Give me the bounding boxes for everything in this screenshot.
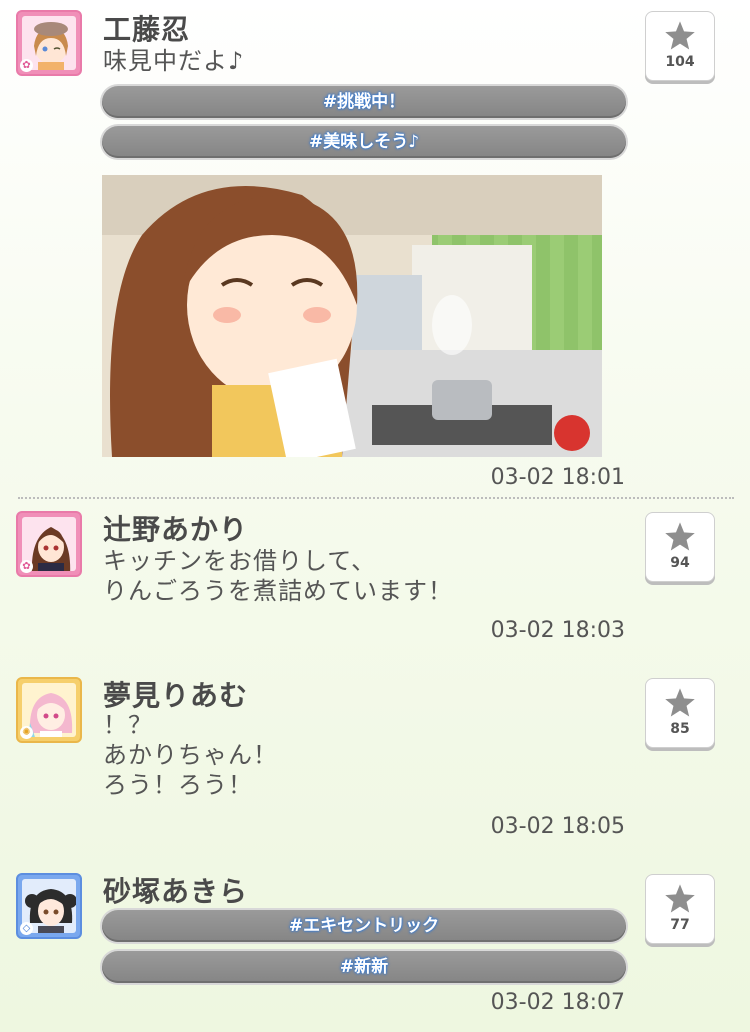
- post-message: キッチンをお借りして、 りんごろうを煮詰めています！: [103, 547, 453, 605]
- poster-name[interactable]: 夢見りあむ: [103, 674, 248, 714]
- star-icon: [665, 21, 695, 50]
- avatar-sunazuka-akira[interactable]: ◇: [16, 873, 82, 939]
- post-timestamp: 03-02 18:03: [490, 618, 625, 643]
- post-timestamp: 03-02 18:05: [490, 814, 625, 839]
- flower-icon: ✿: [20, 560, 33, 573]
- diamond-icon: ◇: [20, 922, 33, 935]
- favorite-count: 94: [670, 555, 690, 571]
- post-timestamp: 03-02 18:01: [490, 465, 625, 490]
- sun-icon: ✺: [20, 726, 33, 739]
- poster-name[interactable]: 辻野あかり: [103, 508, 248, 548]
- post-divider: [18, 497, 734, 499]
- favorite-button[interactable]: 85: [645, 678, 715, 748]
- star-icon: [665, 522, 695, 551]
- star-icon: [665, 884, 695, 913]
- poster-name[interactable]: 工藤忍: [103, 8, 190, 48]
- hashtag[interactable]: #美味しそう♪: [102, 126, 626, 158]
- avatar-yumemi-riamu[interactable]: ✺: [16, 677, 82, 743]
- hashtag[interactable]: #エキセントリック: [102, 910, 626, 942]
- hashtag[interactable]: #新新: [102, 951, 626, 983]
- favorite-button[interactable]: 94: [645, 512, 715, 582]
- post-photo[interactable]: [102, 175, 602, 457]
- post-timestamp: 03-02 18:07: [490, 990, 625, 1015]
- post-message: 味見中だよ♪: [103, 47, 245, 75]
- favorite-button[interactable]: 77: [645, 874, 715, 944]
- hashtag[interactable]: #挑戦中！: [102, 86, 626, 118]
- favorite-count: 104: [665, 54, 695, 70]
- favorite-count: 77: [670, 917, 690, 933]
- star-icon: [665, 688, 695, 717]
- favorite-count: 85: [670, 721, 690, 737]
- favorite-button[interactable]: 104: [645, 11, 715, 81]
- avatar-kudo-shinobu[interactable]: ✿: [16, 10, 82, 76]
- poster-name[interactable]: 砂塚あきら: [103, 870, 248, 910]
- flower-icon: ✿: [20, 59, 33, 72]
- post-message: ！？ あかりちゃん！ ろう！ろう！: [103, 711, 278, 799]
- avatar-tsujino-akari[interactable]: ✿: [16, 511, 82, 577]
